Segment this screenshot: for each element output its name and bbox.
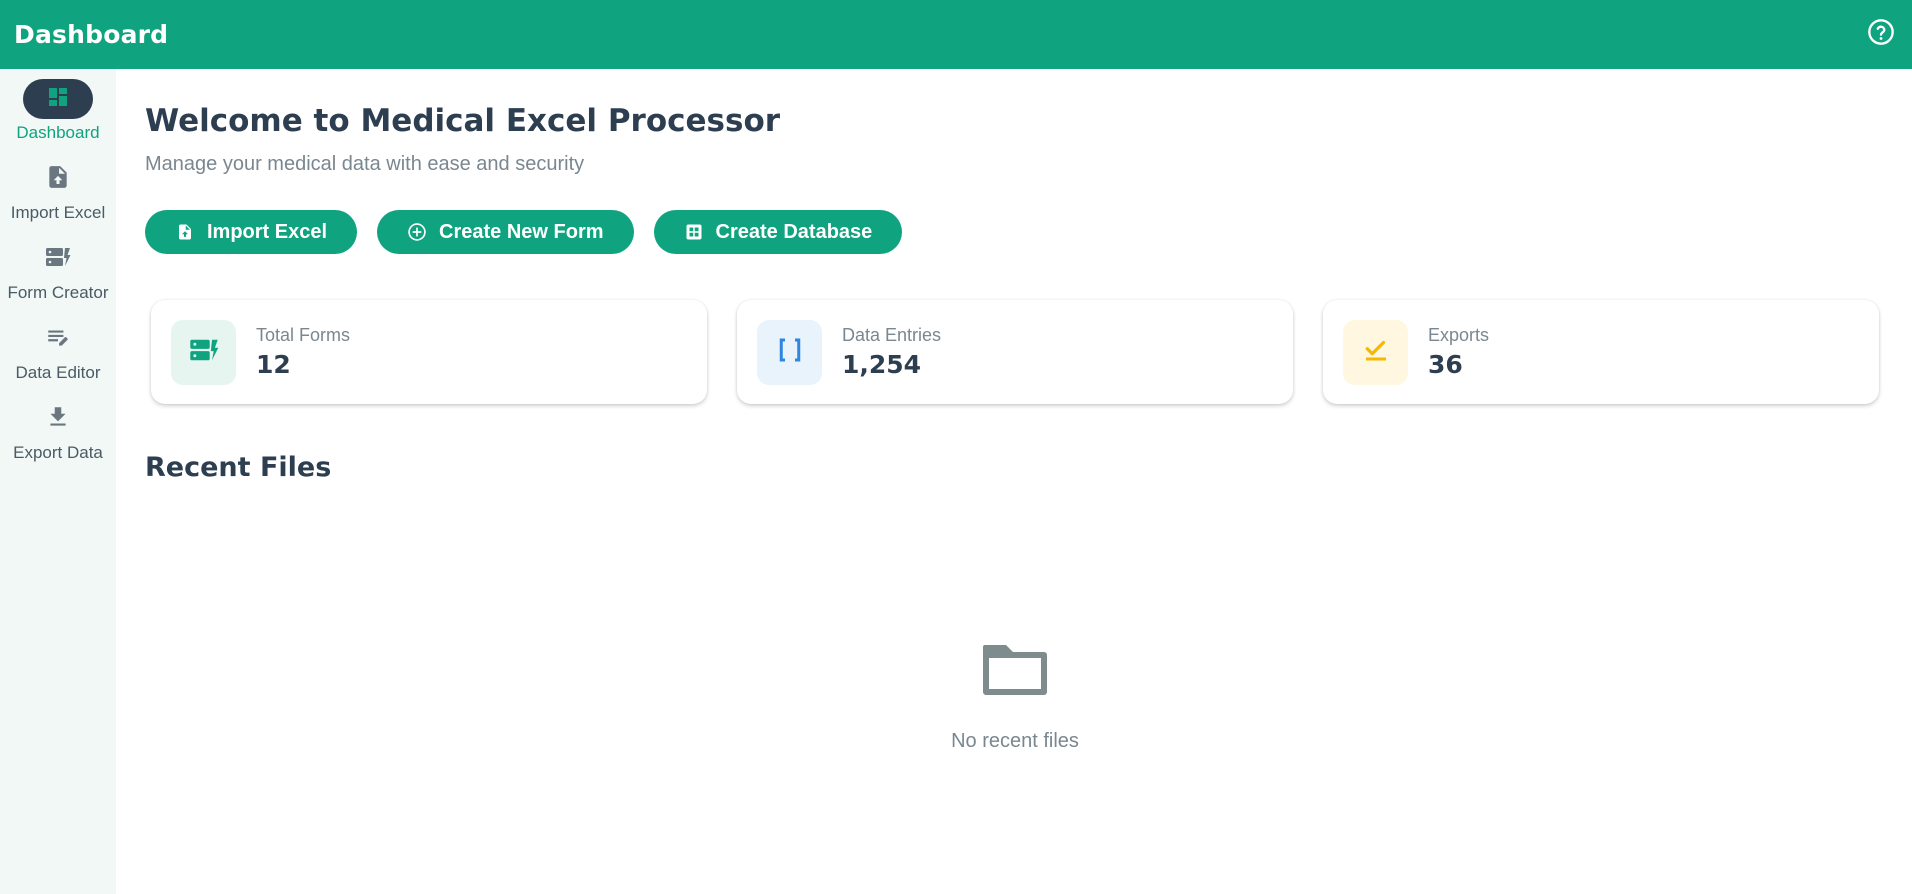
sidebar-item-label: Import Excel	[10, 203, 106, 222]
sidebar-item-export-data[interactable]: Export Data	[0, 389, 116, 469]
create-new-form-button[interactable]: Create New Form	[377, 210, 634, 254]
sidebar-item-dashboard[interactable]: Dashboard	[0, 69, 116, 149]
stat-icon-box	[1343, 319, 1408, 385]
form-icon	[44, 244, 72, 275]
stat-text: Data Entries 1,254	[842, 325, 941, 379]
stat-text: Total Forms 12	[256, 325, 350, 379]
stat-value: 36	[1428, 350, 1463, 379]
stats-row: Total Forms 12 Data Entries 1,254 Export…	[151, 300, 1885, 404]
recent-files-title: Recent Files	[145, 452, 332, 483]
sidebar-item-indicator	[23, 399, 93, 439]
grid-icon	[684, 222, 704, 242]
stat-card-exports: Exports 36	[1323, 300, 1879, 404]
folder-icon	[979, 639, 1051, 704]
sidebar-item-indicator	[23, 239, 93, 279]
plus-circle-icon	[407, 222, 427, 242]
sidebar-item-indicator	[23, 319, 93, 359]
page-title: Welcome to Medical Excel Processor	[145, 103, 781, 139]
create-new-form-button-label: Create New Form	[439, 220, 604, 243]
app-title: Dashboard	[14, 20, 169, 49]
stat-value: 12	[256, 350, 291, 379]
brackets-icon	[775, 335, 805, 370]
main-content: Welcome to Medical Excel Processor Manag…	[145, 69, 1885, 752]
sidebar-item-label: Dashboard	[16, 123, 100, 142]
page-subtitle: Manage your medical data with ease and s…	[145, 153, 585, 175]
stat-icon-box	[171, 319, 236, 385]
file-upload-icon	[175, 222, 195, 242]
dashboard-icon	[46, 85, 70, 114]
stat-icon-box	[757, 319, 822, 385]
stat-label: Data Entries	[842, 325, 942, 345]
sidebar-item-label: Form Creator	[7, 283, 109, 302]
sidebar-item-import-excel[interactable]: Import Excel	[0, 149, 116, 229]
file-upload-icon	[45, 164, 71, 195]
edit-list-icon	[45, 324, 71, 355]
quick-actions: Import Excel Create New Form Create Data…	[145, 210, 1885, 254]
help-button[interactable]	[1864, 18, 1898, 52]
stat-text: Exports 36	[1428, 325, 1489, 379]
help-circle-icon	[1867, 18, 1895, 51]
sidebar: Dashboard Import Excel Form Creator Data…	[0, 69, 116, 894]
stat-card-total-forms: Total Forms 12	[151, 300, 707, 404]
sidebar-item-label: Data Editor	[15, 363, 101, 382]
recent-files-empty-state: No recent files	[145, 639, 1885, 753]
import-excel-button[interactable]: Import Excel	[145, 210, 358, 254]
sidebar-item-indicator	[23, 159, 93, 199]
sidebar-item-label: Export Data	[13, 443, 103, 462]
stat-label: Exports	[1428, 325, 1490, 345]
create-database-button-label: Create Database	[715, 220, 873, 243]
stat-label: Total Forms	[256, 325, 351, 345]
empty-state-label: No recent files	[951, 730, 1079, 752]
download-icon	[45, 404, 71, 435]
check-underline-icon	[1361, 335, 1391, 370]
sidebar-item-form-creator[interactable]: Form Creator	[0, 229, 116, 309]
import-excel-button-label: Import Excel	[207, 220, 328, 243]
form-icon	[188, 335, 220, 370]
stat-card-data-entries: Data Entries 1,254	[737, 300, 1293, 404]
sidebar-item-data-editor[interactable]: Data Editor	[0, 309, 116, 389]
app-header: Dashboard	[0, 0, 1912, 69]
sidebar-item-indicator	[23, 79, 93, 119]
stat-value: 1,254	[842, 350, 922, 379]
create-database-button[interactable]: Create Database	[653, 210, 903, 254]
